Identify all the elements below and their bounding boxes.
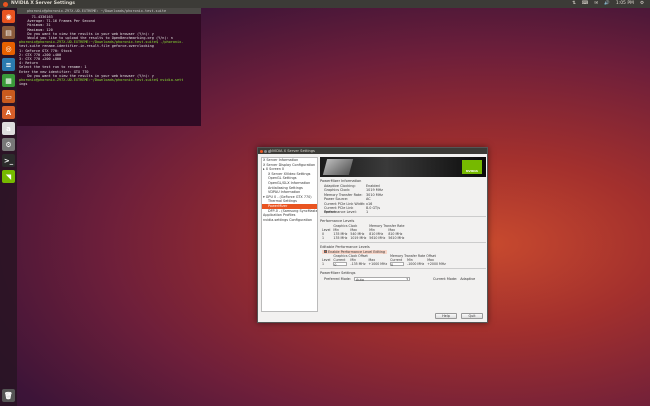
table-cell: 1 — [322, 262, 325, 267]
tray-item[interactable]: ⚙ — [640, 0, 644, 8]
info-key: Performance Level: — [324, 210, 357, 215]
info-row: Performance Level: 1 — [320, 210, 486, 214]
powermizer-panel: NVIDIA PowerMizer Information Adaptive C… — [320, 157, 486, 312]
nvidia-icon[interactable]: ◥ — [2, 170, 15, 183]
dialog-buttons: Help Quit — [435, 313, 483, 319]
amazon-icon[interactable]: a — [2, 122, 15, 135]
terminal-line: phoronix@phoronix-Z97X-UD-EXTREME:~/Down… — [19, 78, 184, 83]
checkbox-icon[interactable] — [324, 250, 327, 254]
window-title: NVIDIA X Server Settings — [11, 1, 75, 6]
trash-icon[interactable]: 🗑 — [2, 389, 15, 402]
settings-tree[interactable]: X Server Information X Server Display Con… — [261, 157, 318, 312]
preferred-mode-select[interactable]: Auto — [354, 276, 411, 282]
terminal-window[interactable]: phoronix@phoronix-Z97X-UD-EXTREME: ~/Dow… — [17, 8, 201, 126]
table-cell: +2000 MHz — [427, 262, 446, 267]
info-value: 1 — [366, 210, 369, 215]
terminal-output[interactable]: 71.4336163 Average: 71.16 Frames Per Sec… — [17, 14, 201, 87]
nvidia-logo-icon: NVIDIA — [462, 160, 482, 174]
tree-item[interactable]: OpenGL/GLX Information — [262, 181, 317, 186]
terminal-icon[interactable]: >_ — [2, 154, 15, 167]
table-cell: -1000 MHz — [407, 262, 425, 267]
checkbox-label: Enable Performance Level Editing — [328, 249, 386, 254]
tray-item[interactable]: ⇅ — [572, 0, 576, 8]
tray-item[interactable]: 1:05 PM — [616, 0, 634, 8]
nvidia-window-title: NVIDIA X Server Settings — [270, 149, 315, 153]
gpu-chip-icon — [322, 159, 354, 175]
nvidia-settings-window: NVIDIA X Server Settings X Server Inform… — [257, 147, 488, 323]
top-panel: NVIDIA X Server Settings ⇅ ⌨ ✉ 🔊 1:05 PM ⚙ — [0, 0, 650, 8]
close-icon[interactable] — [260, 149, 263, 153]
maximize-icon[interactable] — [268, 149, 271, 153]
files-icon[interactable]: ▤ — [2, 26, 15, 39]
table-cell: 0 — [390, 262, 407, 267]
powermizer-info-list: Adaptive Clocking: Enabled Graphics Clock:… — [320, 184, 486, 215]
ubuntu-dash-icon[interactable]: ◉ — [2, 10, 15, 23]
firefox-icon[interactable]: ◎ — [2, 42, 15, 55]
editable-levels-heading: Editable Performance Levels — [320, 244, 370, 249]
table-cell: +1000 MHz — [368, 262, 388, 267]
table-cell: -135 MHz — [350, 262, 366, 267]
help-button[interactable]: Help — [435, 313, 457, 319]
current-mode-label: Current Mode: — [433, 276, 458, 281]
terminal-line: ings — [19, 82, 28, 87]
system-tray[interactable]: ⇅ ⌨ ✉ 🔊 1:05 PM ⚙ — [572, 0, 650, 8]
nvidia-window-titlebar[interactable]: NVIDIA X Server Settings — [258, 148, 487, 154]
tray-item[interactable]: 🔊 — [604, 0, 610, 8]
performance-levels-heading: Performance Levels — [320, 219, 355, 224]
powermizer-settings-heading: PowerMizer Settings — [320, 270, 356, 275]
table-row: 1 135 MHz 1019 MHz 5610 MHz 5610 MHz — [322, 236, 407, 240]
quit-button[interactable]: Quit — [461, 313, 483, 319]
preferred-mode-label: Preferred Mode: — [324, 276, 352, 281]
powermizer-banner: NVIDIA — [320, 157, 486, 177]
preferred-mode-row: Preferred Mode: Auto Current Mode: Adapt… — [320, 276, 486, 282]
software-center-icon[interactable]: A — [2, 106, 15, 119]
close-icon[interactable] — [3, 1, 8, 7]
tray-item[interactable]: ⌨ — [582, 0, 589, 8]
table-cell: 1 — [322, 236, 325, 241]
settings-icon[interactable]: ⚙ — [2, 138, 15, 151]
table-cell: 1019 MHz — [350, 236, 367, 241]
calc-icon[interactable]: ▦ — [2, 74, 15, 87]
editable-levels-table: Graphics Clock Offset Memory Transfer Ra… — [322, 254, 449, 267]
current-mode-value: Adaptive — [460, 276, 476, 281]
tree-item[interactable]: nvidia-settings Configuration — [262, 218, 317, 223]
tray-item[interactable]: ✉ — [594, 0, 598, 8]
launcher: ◉ ▤ ◎ ≡ ▦ ▭ Aa ⚙ >_ ◥ 🗑 — [0, 8, 17, 406]
powermizer-info-heading: PowerMizer Information — [320, 179, 362, 183]
minimize-icon[interactable] — [264, 149, 267, 153]
table-cell: 5610 MHz — [388, 236, 405, 241]
offset-spinbox[interactable]: 0 — [333, 262, 348, 267]
table-row: 1 0 -135 MHz +1000 MHz 0 -1000 MHz +2000 MHz — [322, 262, 449, 267]
table-cell: 0 — [333, 262, 350, 267]
table-cell: 135 MHz — [333, 236, 348, 241]
writer-icon[interactable]: ≡ — [2, 58, 15, 71]
impress-icon[interactable]: ▭ — [2, 90, 15, 103]
performance-levels-table: Graphics Clock Memory Transfer Rate Leve… — [322, 224, 407, 240]
table-cell: 5610 MHz — [369, 236, 386, 241]
offset-spinbox[interactable]: 0 — [390, 262, 405, 267]
